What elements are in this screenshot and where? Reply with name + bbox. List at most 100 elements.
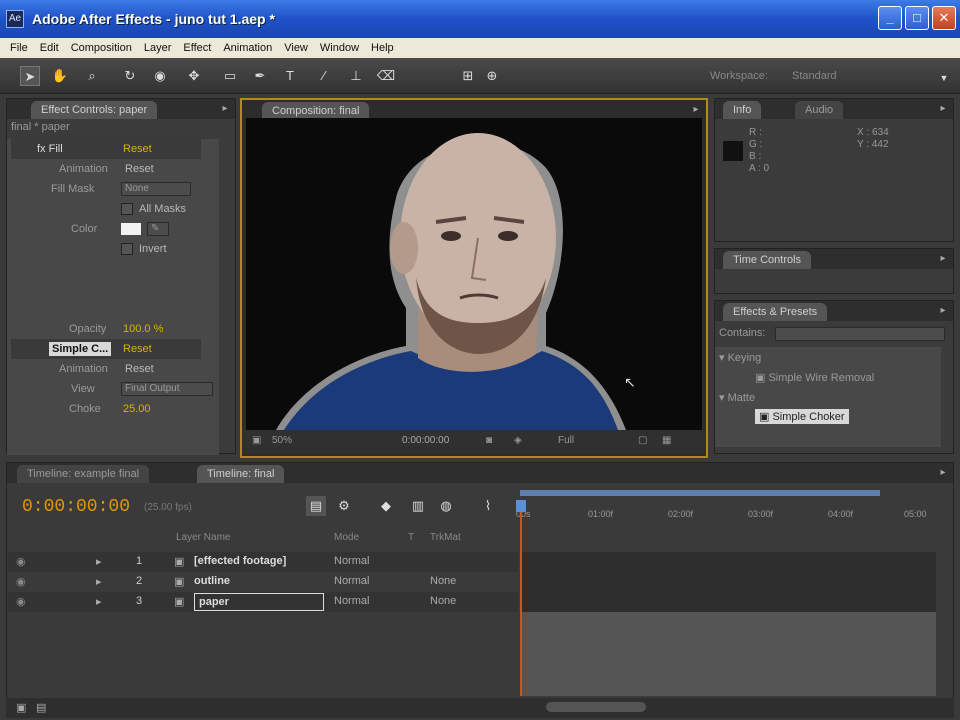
layer-mode-dropdown[interactable]: Normal	[334, 555, 369, 567]
color-swatch[interactable]	[121, 223, 141, 235]
rectangle-mask-tool-icon[interactable]: ▭	[220, 66, 240, 86]
tab-timeline-final[interactable]: Timeline: final	[197, 465, 285, 483]
snapshot-icon[interactable]: ◙	[486, 435, 492, 446]
choke-value[interactable]: 25.00	[123, 399, 151, 419]
composition-viewer[interactable]: ↖	[246, 118, 702, 430]
axis-mode-icon[interactable]: ⊞	[458, 66, 478, 86]
tree-item-keying[interactable]: ▾ Keying	[719, 351, 761, 364]
panel-menu-icon[interactable]: ▸	[937, 103, 949, 115]
col-layer-name[interactable]: Layer Name	[176, 532, 230, 548]
timeline-timecode[interactable]: 0:00:00:00	[22, 497, 130, 517]
type-tool-icon[interactable]: T	[280, 66, 300, 86]
fill-mask-dropdown[interactable]: None	[121, 182, 191, 196]
layer-name[interactable]: [effected footage]	[194, 555, 286, 567]
current-time-display[interactable]: 0:00:00:00	[402, 435, 449, 446]
safe-margins-icon[interactable]: ▣	[252, 435, 261, 446]
eraser-tool-icon[interactable]: ⌫	[376, 66, 396, 86]
workspace-select[interactable]: Standard	[788, 67, 948, 85]
col-t[interactable]: T	[408, 532, 414, 548]
eye-icon[interactable]: ◉	[16, 575, 26, 588]
minimize-button[interactable]: _	[878, 6, 902, 30]
region-of-interest-icon[interactable]: ▢	[638, 435, 647, 446]
layer-mode-dropdown[interactable]: Normal	[334, 595, 369, 607]
graph-editor-icon[interactable]: ⌇	[478, 496, 498, 516]
maximize-button[interactable]: □	[905, 6, 929, 30]
view-dropdown[interactable]: Final Output	[121, 382, 213, 396]
zoom-tool-icon[interactable]: ⌕	[82, 66, 102, 86]
panel-menu-icon[interactable]: ▸	[937, 467, 949, 479]
eyedropper-icon[interactable]: ✎	[147, 222, 169, 236]
camera-tool-icon[interactable]: ◉	[150, 66, 170, 86]
draft-3d-icon[interactable]: ◆	[376, 496, 396, 516]
layer-name[interactable]: outline	[194, 575, 230, 587]
tab-effect-controls[interactable]: Effect Controls: paper	[31, 101, 158, 119]
expand-arrow-icon[interactable]: ▸	[96, 595, 102, 608]
menu-effect[interactable]: Effect	[177, 42, 217, 54]
panel-menu-icon[interactable]: ▸	[219, 103, 231, 115]
close-button[interactable]: ✕	[932, 6, 956, 30]
menu-layer[interactable]: Layer	[138, 42, 178, 54]
expand-arrow-icon[interactable]: ▸	[96, 555, 102, 568]
contains-search-input[interactable]	[775, 327, 945, 341]
tree-item-matte[interactable]: ▾ Matte	[719, 391, 755, 404]
transparency-grid-icon[interactable]: ▦	[662, 435, 671, 446]
menu-composition[interactable]: Composition	[65, 42, 138, 54]
current-time-indicator[interactable]	[520, 500, 522, 696]
menu-view[interactable]: View	[278, 42, 314, 54]
table-row[interactable]: ◉ ▸ 3 ▣ paper Normal None	[8, 592, 518, 612]
live-update-icon[interactable]: ⚙	[334, 496, 354, 516]
eye-icon[interactable]: ◉	[16, 555, 26, 568]
selection-tool-icon[interactable]: ➤	[20, 66, 40, 86]
tree-item-simple-choker[interactable]: ▣ Simple Choker	[755, 409, 849, 424]
work-area-bar[interactable]	[520, 490, 880, 496]
show-channel-icon[interactable]: ◈	[514, 435, 522, 446]
tree-item-simple-wire-removal[interactable]: ▣ Simple Wire Removal	[755, 371, 874, 384]
comp-flowchart-icon[interactable]: ▤	[306, 496, 326, 516]
layer-name-editing[interactable]: paper	[194, 593, 324, 611]
menu-animation[interactable]: Animation	[217, 42, 278, 54]
panel-menu-icon[interactable]: ▸	[937, 253, 949, 265]
table-row[interactable]: ◉ ▸ 2 ▣ outline Normal None	[8, 572, 518, 592]
layer-mode-dropdown[interactable]: Normal	[334, 575, 369, 587]
tab-info[interactable]: Info	[723, 101, 762, 119]
tab-effects-presets[interactable]: Effects & Presets	[723, 303, 828, 321]
magnification-dropdown[interactable]: 50%	[272, 435, 292, 446]
effect-simple-choker-row[interactable]: Simple C... Reset	[11, 339, 201, 359]
eye-icon[interactable]: ◉	[16, 595, 26, 608]
chevron-down-icon[interactable]: ▼	[934, 68, 954, 88]
toggle-modes-icon[interactable]: ▤	[36, 701, 46, 714]
tab-timeline-example-final[interactable]: Timeline: example final	[17, 465, 150, 483]
clone-stamp-tool-icon[interactable]: ⊥	[346, 66, 366, 86]
choker-reset-link[interactable]: Reset	[123, 339, 152, 359]
playhead-handle[interactable]	[516, 500, 526, 512]
motion-blur-icon[interactable]: ◍	[436, 496, 456, 516]
fill-reset-link[interactable]: Reset	[123, 139, 152, 159]
invert-checkbox[interactable]	[121, 243, 133, 255]
opacity-value[interactable]: 100.0 %	[123, 319, 163, 339]
hand-tool-icon[interactable]: ✋	[50, 66, 70, 86]
effect-fill-row[interactable]: fx Fill Reset	[11, 139, 201, 159]
rotation-tool-icon[interactable]: ↻	[120, 66, 140, 86]
trkmat-dropdown[interactable]: None	[430, 575, 456, 587]
trkmat-dropdown[interactable]: None	[430, 595, 456, 607]
layer-duration-bars[interactable]	[520, 552, 936, 612]
menu-window[interactable]: Window	[314, 42, 365, 54]
toggle-switches-icon[interactable]: ▣	[16, 701, 26, 714]
tab-audio[interactable]: Audio	[795, 101, 844, 119]
menu-file[interactable]: File	[4, 42, 34, 54]
expand-arrow-icon[interactable]: ▸	[96, 575, 102, 588]
table-row[interactable]: ◉ ▸ 1 ▣ [effected footage] Normal	[8, 552, 518, 572]
brush-tool-icon[interactable]: ⁄	[314, 66, 334, 86]
resolution-dropdown[interactable]: Full	[558, 435, 574, 446]
world-axis-icon[interactable]: ⊕	[482, 66, 502, 86]
frame-blending-icon[interactable]: ▥	[408, 496, 428, 516]
all-masks-checkbox[interactable]	[121, 203, 133, 215]
panel-menu-icon[interactable]: ▸	[690, 104, 702, 116]
menu-help[interactable]: Help	[365, 42, 400, 54]
panel-menu-icon[interactable]: ▸	[937, 305, 949, 317]
zoom-slider[interactable]	[546, 702, 646, 712]
col-mode[interactable]: Mode	[334, 532, 359, 548]
tab-time-controls[interactable]: Time Controls	[723, 251, 812, 269]
menu-edit[interactable]: Edit	[34, 42, 65, 54]
col-trkmat[interactable]: TrkMat	[430, 532, 461, 548]
